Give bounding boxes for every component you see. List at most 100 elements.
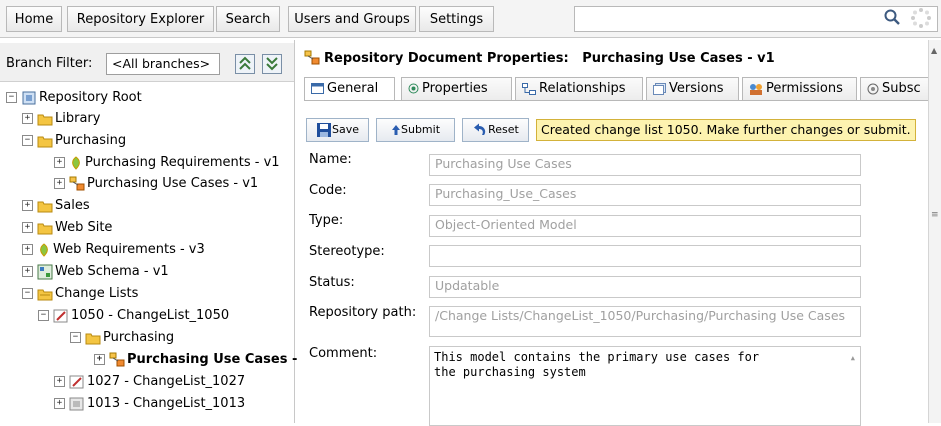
comment-textarea[interactable]: This model contains the primary use case… — [429, 346, 861, 426]
nav-tab-settings[interactable]: Settings — [419, 6, 494, 32]
model-icon — [109, 352, 125, 366]
save-icon — [316, 123, 331, 137]
tree-item-repository-root[interactable]: − Repository Root — [6, 88, 142, 108]
folder-icon — [37, 223, 53, 234]
tree-item-library[interactable]: + Library — [22, 109, 100, 129]
tree-item-changelist-purchasing-use-cases[interactable]: + Purchasing Use Cases - — [94, 350, 297, 370]
top-nav-bar: Home Repository Explorer Search Users an… — [0, 0, 941, 38]
tree-item-sales[interactable]: + Sales — [22, 196, 90, 216]
tree-item-web-requirements[interactable]: + Web Requirements - v3 — [22, 240, 205, 260]
page-title: Repository Document Properties: Purchasi… — [324, 51, 775, 66]
expand-toggle-icon[interactable]: + — [22, 266, 33, 277]
reset-icon — [474, 123, 486, 135]
open-folder-icon — [85, 333, 101, 344]
stereotype-field[interactable] — [429, 245, 861, 267]
folder-icon — [37, 201, 53, 212]
nav-tab-home[interactable]: Home — [6, 6, 62, 32]
expand-toggle-icon[interactable]: + — [54, 178, 65, 189]
property-tabs: General Properties Relationships Version… — [304, 77, 928, 101]
comment-text: This model contains the primary use case… — [434, 350, 760, 379]
status-message: Created change list 1050. Make further c… — [536, 119, 916, 141]
collapse-toggle-icon[interactable]: − — [70, 332, 81, 343]
expand-toggle-icon[interactable]: + — [22, 222, 33, 233]
vertical-scrollbar[interactable]: ▲ ≡ — [928, 40, 941, 423]
repository-path-field[interactable]: /Change Lists/ChangeList_1050/Purchasing… — [429, 306, 861, 337]
scroll-grip-icon[interactable]: ≡ — [931, 210, 939, 220]
folder-icon — [37, 114, 53, 125]
repository-tree-panel: Branch Filter: <All branches> − Repositor… — [0, 40, 297, 423]
expand-toggle-icon[interactable]: + — [22, 200, 33, 211]
document-properties-panel: Repository Document Properties: Purchasi… — [296, 40, 941, 426]
properties-tab-icon — [408, 83, 419, 94]
model-icon — [69, 176, 85, 190]
save-button[interactable]: Save — [306, 118, 369, 142]
code-field[interactable]: Purchasing_Use_Cases — [429, 184, 861, 206]
comment-label: Comment: — [309, 346, 378, 361]
stereotype-label: Stereotype: — [309, 244, 385, 259]
submit-arrow-icon — [391, 125, 400, 135]
requirements-icon — [72, 155, 80, 170]
tab-relationships[interactable]: Relationships — [515, 77, 643, 100]
expand-all-icon[interactable] — [235, 54, 255, 74]
expand-toggle-icon[interactable]: + — [54, 376, 65, 387]
collapse-toggle-icon[interactable]: − — [22, 135, 33, 146]
tab-divider — [304, 100, 928, 101]
tab-versions[interactable]: Versions — [646, 77, 739, 100]
status-field[interactable]: Updatable — [429, 276, 861, 298]
type-label: Type: — [309, 213, 344, 228]
nav-tab-search[interactable]: Search — [216, 6, 280, 32]
open-folder-icon — [37, 136, 53, 147]
general-tab-icon — [311, 83, 324, 94]
tree-item-change-lists[interactable]: − Change Lists — [22, 284, 138, 304]
tree-item-changelist-1027[interactable]: +1027 - ChangeList_1027 — [54, 372, 245, 392]
tree-item-web-schema[interactable]: + Web Schema - v1 — [22, 262, 169, 282]
subscriptions-tab-icon — [867, 83, 879, 94]
permissions-tab-icon — [750, 83, 762, 95]
collapse-toggle-icon[interactable]: − — [38, 310, 49, 321]
expand-toggle-icon[interactable]: + — [54, 398, 65, 409]
reset-button[interactable]: Reset — [462, 118, 529, 142]
branch-filter-label: Branch Filter: — [6, 56, 93, 71]
tree-item-web-site[interactable]: + Web Site — [22, 218, 112, 238]
requirements-icon — [40, 242, 48, 257]
collapse-toggle-icon[interactable]: − — [6, 92, 17, 103]
branch-filter-select[interactable]: <All branches> — [106, 53, 220, 75]
collapse-all-icon[interactable] — [262, 54, 282, 74]
changelists-folder-icon — [37, 289, 53, 300]
expand-toggle-icon[interactable]: + — [54, 157, 65, 168]
tab-permissions[interactable]: Permissions — [742, 77, 857, 100]
repository-icon — [22, 91, 36, 104]
changelist-edit-icon — [69, 375, 84, 388]
tree-item-purchasing-requirements[interactable]: + Purchasing Requirements - v1 — [54, 153, 280, 173]
name-label: Name: — [309, 152, 352, 167]
tree-item-changelist-1013[interactable]: +1013 - ChangeList_1013 — [54, 394, 245, 414]
relationships-tab-icon — [522, 82, 536, 95]
search-icon[interactable] — [884, 9, 900, 25]
tree-item-changelist-purchasing[interactable]: − Purchasing — [70, 328, 174, 348]
type-field[interactable]: Object-Oriented Model — [429, 215, 861, 237]
changelist-icon — [69, 397, 84, 410]
repository-path-label: Repository path: — [309, 305, 417, 320]
scroll-up-arrow-icon[interactable]: ▲ — [931, 46, 937, 55]
nav-tab-users-and-groups[interactable]: Users and Groups — [288, 6, 416, 32]
expand-toggle-icon[interactable]: + — [22, 244, 33, 255]
collapse-toggle-icon[interactable]: − — [22, 288, 33, 299]
nav-tab-repository-explorer[interactable]: Repository Explorer — [67, 6, 214, 32]
tab-general[interactable]: General — [304, 77, 395, 101]
code-label: Code: — [309, 183, 347, 198]
model-icon — [304, 50, 320, 65]
expand-toggle-icon[interactable]: + — [94, 354, 105, 365]
tree-item-purchasing-use-cases[interactable]: + Purchasing Use Cases - v1 — [54, 174, 258, 194]
loading-spinner-icon — [911, 8, 931, 28]
submit-button[interactable]: Submit — [376, 118, 455, 142]
name-field[interactable]: Purchasing Use Cases — [429, 154, 861, 176]
status-label: Status: — [309, 275, 355, 290]
textarea-scroll-up-icon[interactable]: ▲ — [851, 351, 855, 366]
tab-properties[interactable]: Properties — [401, 77, 512, 100]
tree-item-changelist-1050[interactable]: −1050 - ChangeList_1050 — [38, 306, 229, 326]
expand-toggle-icon[interactable]: + — [22, 113, 33, 124]
tree-item-purchasing[interactable]: − Purchasing — [22, 131, 126, 151]
tab-subscriptions[interactable]: Subsc — [860, 77, 928, 100]
branch-filter-bar: Branch Filter: <All branches> — [0, 43, 294, 82]
changelist-edit-icon — [53, 309, 68, 322]
